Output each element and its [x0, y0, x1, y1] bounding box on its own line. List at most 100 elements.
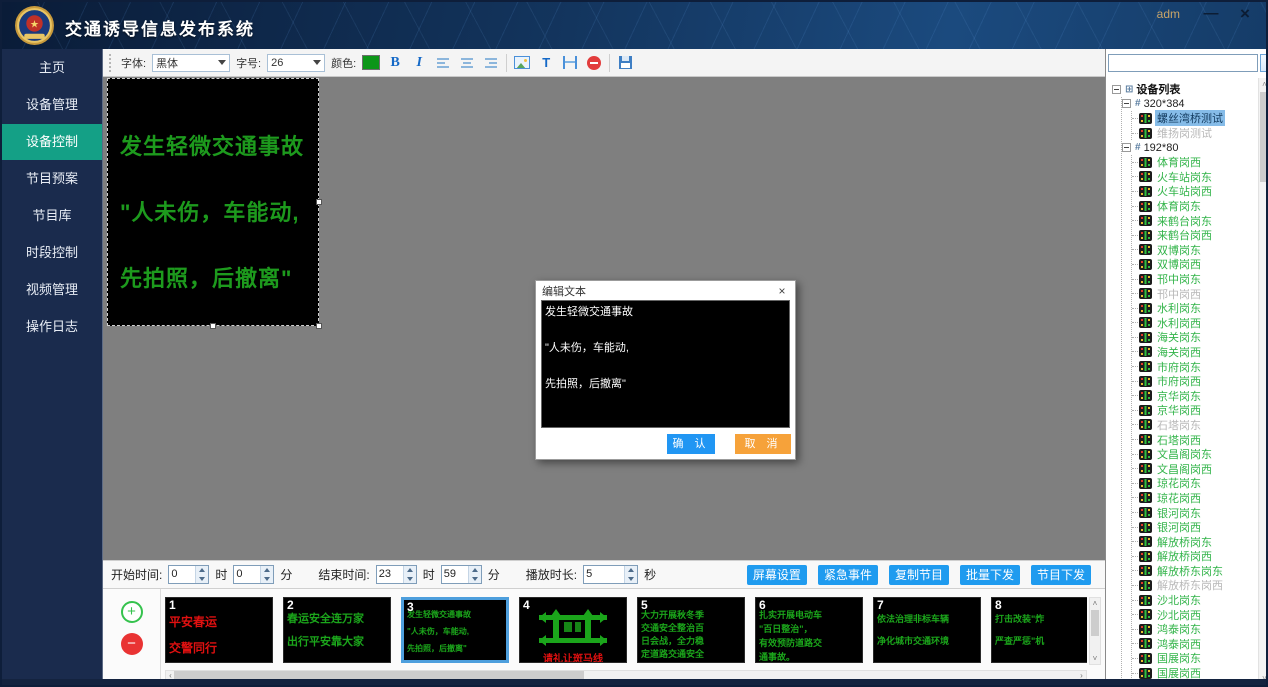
device-tree-item[interactable]: 双博岗东: [1132, 243, 1258, 258]
device-tree-item[interactable]: 银河岗西: [1132, 520, 1258, 535]
search-input[interactable]: [1108, 54, 1258, 72]
start-minute-stepper[interactable]: 0: [233, 565, 274, 584]
insert-image-button[interactable]: [513, 54, 531, 72]
device-tree-item[interactable]: 市府岗西: [1132, 374, 1258, 389]
device-tree-item[interactable]: 邗中岗西: [1132, 286, 1258, 301]
sidebar-item-device-control[interactable]: 设备控制: [2, 124, 102, 160]
device-group-row[interactable]: # 192*80: [1122, 140, 1258, 155]
spin-down-icon[interactable]: [469, 575, 481, 584]
device-group-row[interactable]: # 320*384: [1122, 97, 1258, 112]
action-button-批量下发[interactable]: 批量下发: [960, 565, 1020, 585]
spin-up-icon[interactable]: [625, 566, 637, 575]
dialog-header[interactable]: 编辑文本 ×: [536, 281, 795, 300]
collapse-icon[interactable]: [1122, 143, 1131, 152]
vertical-scrollbar[interactable]: ˄ ˅: [1089, 597, 1101, 665]
playlist-thumbnail[interactable]: 7 依法治理非标车辆净化城市交通环境: [873, 597, 981, 663]
sidebar-item-operation-log[interactable]: 操作日志: [2, 309, 102, 345]
align-center-button[interactable]: [458, 54, 476, 72]
color-swatch[interactable]: [362, 55, 380, 70]
device-tree-item[interactable]: 银河岗东: [1132, 505, 1258, 520]
device-tree-item[interactable]: 京华岗东: [1132, 388, 1258, 403]
device-tree-item[interactable]: 文昌阁岗西: [1132, 461, 1258, 476]
device-tree-item[interactable]: 京华岗西: [1132, 403, 1258, 418]
save-button[interactable]: [616, 54, 634, 72]
device-tree-item[interactable]: 鸿泰岗东: [1132, 622, 1258, 637]
editor-canvas[interactable]: 发生轻微交通事故"人未伤，车能动,先拍照，后撤离" 编辑文本 × 发生轻微交通事…: [103, 77, 1105, 560]
tree-scrollbar[interactable]: ˄ ˅: [1258, 78, 1268, 687]
device-tree-item[interactable]: 石塔岗西: [1132, 432, 1258, 447]
confirm-button[interactable]: 确 认: [667, 434, 715, 454]
italic-button[interactable]: I: [410, 54, 428, 72]
sidebar-item-home[interactable]: 主页: [2, 50, 102, 86]
device-tree-item[interactable]: 解放桥岗东: [1132, 534, 1258, 549]
bold-button[interactable]: B: [386, 54, 404, 72]
spin-down-icon[interactable]: [625, 575, 637, 584]
device-tree-item[interactable]: 沙北岗西: [1132, 607, 1258, 622]
action-button-复制节目[interactable]: 复制节目: [889, 565, 949, 585]
device-tree-item[interactable]: 水利岗东: [1132, 301, 1258, 316]
spin-down-icon[interactable]: [196, 575, 208, 584]
device-tree-item[interactable]: 双博岗西: [1132, 257, 1258, 272]
device-tree-item[interactable]: 石塔岗东: [1132, 418, 1258, 433]
scrollbar-thumb[interactable]: [1260, 92, 1268, 182]
device-tree-item[interactable]: 文昌阁岗东: [1132, 447, 1258, 462]
resize-handle-corner[interactable]: [316, 323, 322, 329]
align-right-button[interactable]: [482, 54, 500, 72]
marquee-button[interactable]: [561, 54, 579, 72]
device-tree-item[interactable]: 海关岗东: [1132, 330, 1258, 345]
device-tree-item[interactable]: 来鹤台岗西: [1132, 228, 1258, 243]
sidebar-item-device-management[interactable]: 设备管理: [2, 87, 102, 123]
start-hour-stepper[interactable]: 0: [168, 565, 209, 584]
resize-handle-bottom[interactable]: [210, 323, 216, 329]
stop-button[interactable]: [585, 54, 603, 72]
device-tree-item[interactable]: 海关岗西: [1132, 345, 1258, 360]
font-select[interactable]: 黑体: [152, 54, 230, 72]
remove-program-button[interactable]: −: [121, 633, 143, 655]
spin-down-icon[interactable]: [404, 575, 416, 584]
led-preview-panel[interactable]: 发生轻微交通事故"人未伤，车能动,先拍照，后撤离": [107, 78, 319, 326]
device-tree-item[interactable]: 鸿泰岗西: [1132, 637, 1258, 652]
duration-stepper[interactable]: 5: [583, 565, 638, 584]
device-tree-item[interactable]: 沙北岗东: [1132, 593, 1258, 608]
spin-up-icon[interactable]: [469, 566, 481, 575]
insert-text-button[interactable]: T: [537, 54, 555, 72]
sidebar-item-program-library[interactable]: 节目库: [2, 198, 102, 234]
playlist-thumbnail[interactable]: 8 打击改装"炸严查严惩"机: [991, 597, 1087, 663]
device-tree-item[interactable]: 火车站岗西: [1132, 184, 1258, 199]
playlist-thumbnail[interactable]: 2 春运安全连万家出行平安靠大家: [283, 597, 391, 663]
device-tree-item[interactable]: 琼花岗东: [1132, 476, 1258, 491]
collapse-icon[interactable]: [1112, 85, 1121, 94]
device-tree-item[interactable]: 国展岗东: [1132, 651, 1258, 666]
device-tree-item[interactable]: 火车站岗东: [1132, 170, 1258, 185]
scrollbar-thumb[interactable]: [1091, 610, 1099, 636]
device-tree-item[interactable]: 维扬岗测试: [1132, 126, 1258, 141]
playlist-thumbnail[interactable]: 1 平安春运交警同行: [165, 597, 273, 663]
sidebar-item-period-control[interactable]: 时段控制: [2, 235, 102, 271]
resize-handle-right[interactable]: [316, 199, 322, 205]
action-button-屏幕设置[interactable]: 屏幕设置: [747, 565, 807, 585]
add-program-button[interactable]: +: [121, 601, 143, 623]
font-size-select[interactable]: 26: [267, 54, 325, 72]
align-left-button[interactable]: [434, 54, 452, 72]
cancel-button[interactable]: 取 消: [735, 434, 791, 454]
collapse-icon[interactable]: [1122, 99, 1131, 108]
scroll-down-icon[interactable]: ˅: [1090, 654, 1100, 663]
scroll-up-icon[interactable]: ˄: [1090, 599, 1100, 608]
close-button[interactable]: ×: [1232, 4, 1258, 24]
action-button-节目下发[interactable]: 节目下发: [1031, 565, 1091, 585]
minimize-button[interactable]: —: [1198, 4, 1224, 24]
sidebar-item-video-management[interactable]: 视频管理: [2, 272, 102, 308]
sidebar-item-program-plan[interactable]: 节目预案: [2, 161, 102, 197]
playlist-thumbnail[interactable]: 3 发生轻微交通事故"人未伤，车能动,先拍照，后撤离": [401, 597, 509, 663]
device-tree-item[interactable]: 解放桥东岗东: [1132, 564, 1258, 579]
device-tree-item[interactable]: 螺丝湾桥测试: [1132, 111, 1258, 126]
device-tree-item[interactable]: 邗中岗东: [1132, 272, 1258, 287]
device-tree-item[interactable]: 体育岗东: [1132, 199, 1258, 214]
dialog-textarea[interactable]: 发生轻微交通事故 "人未伤，车能动, 先拍照，后撤离": [541, 300, 790, 428]
device-tree-item[interactable]: 水利岗西: [1132, 316, 1258, 331]
spin-up-icon[interactable]: [404, 566, 416, 575]
spin-up-icon[interactable]: [196, 566, 208, 575]
logged-in-user[interactable]: adm: [1157, 7, 1180, 21]
end-minute-stepper[interactable]: 59: [441, 565, 482, 584]
device-tree-item[interactable]: 琼花岗西: [1132, 491, 1258, 506]
